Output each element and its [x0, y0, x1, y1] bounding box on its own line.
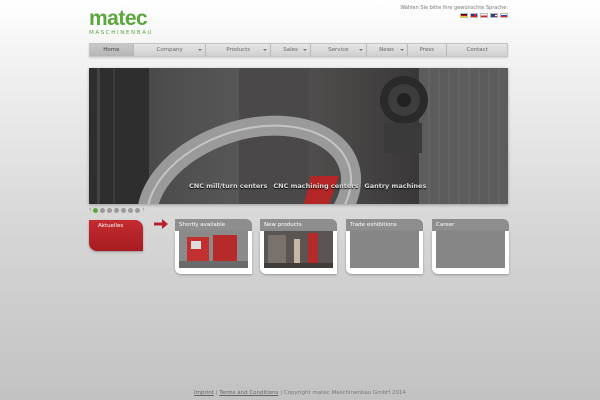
news-card-career[interactable]: Career	[432, 219, 509, 274]
main-navigation: Home Company Products Sales Service News…	[89, 43, 508, 57]
nav-item-company[interactable]: Company	[134, 44, 207, 56]
logo-subtitle: MASCHINENBAU	[89, 30, 154, 36]
copyright-text: Copyright matec Maschinenbau GmbH 2014	[283, 390, 406, 396]
nav-item-home[interactable]: Home	[90, 44, 134, 56]
nav-item-label: Products	[226, 47, 251, 53]
news-card-trade-exhibitions[interactable]: Trade exhibitions	[346, 219, 423, 274]
chevron-down-icon	[198, 49, 203, 51]
hero-links: CNC mill/turn centers CNC machining cent…	[189, 182, 426, 190]
pager-dot[interactable]	[121, 207, 127, 213]
card-body	[346, 231, 423, 274]
terms-link[interactable]: Terms and Conditions	[219, 390, 278, 396]
card-thumbnail	[264, 231, 333, 268]
news-card-shortly-available[interactable]: Shortly available	[175, 219, 252, 274]
footer: Imprint | Terms and Conditions | Copyrig…	[0, 390, 600, 396]
english-flag-icon[interactable]	[470, 13, 478, 18]
nav-item-label: Home	[103, 47, 120, 53]
chevron-down-icon	[302, 49, 307, 51]
hero-slider[interactable]: CNC mill/turn centers CNC machining cent…	[89, 68, 508, 204]
card-title: New products	[260, 219, 337, 231]
nav-item-products[interactable]: Products	[206, 44, 272, 56]
arrow-right-icon	[154, 219, 168, 229]
polish-flag-icon[interactable]	[480, 13, 488, 18]
footer-separator: |	[215, 390, 218, 396]
hero-link-mill-turn[interactable]: CNC mill/turn centers	[189, 182, 267, 190]
aktuelles-box: Aktuelles	[89, 220, 143, 251]
nav-item-news[interactable]: News	[367, 44, 408, 56]
nav-item-sales[interactable]: Sales	[271, 44, 311, 56]
chevron-down-icon	[358, 49, 363, 51]
nav-item-label: Company	[156, 47, 183, 53]
pager-dot[interactable]	[100, 207, 106, 213]
chevron-down-icon	[399, 49, 404, 51]
language-flags	[460, 13, 508, 18]
nav-item-label: Service	[328, 47, 349, 53]
nav-item-label: Sales	[283, 47, 298, 53]
machine-thumbnail	[179, 231, 248, 268]
nav-item-label: News	[379, 47, 395, 53]
machine-thumbnail	[264, 231, 333, 268]
german-flag-icon[interactable]	[460, 13, 468, 18]
news-card-new-products[interactable]: New products	[260, 219, 337, 274]
nav-item-press[interactable]: Press	[408, 44, 448, 56]
chevron-right-icon[interactable]: ›	[142, 207, 144, 213]
card-thumbnail	[179, 231, 248, 268]
chevron-down-icon	[263, 49, 268, 51]
aktuelles-label: Aktuelles	[98, 223, 124, 229]
nav-item-label: Press	[419, 47, 435, 53]
hero-link-gantry[interactable]: Gantry machines	[364, 182, 426, 190]
nav-item-service[interactable]: Service	[311, 44, 367, 56]
pager-dot[interactable]	[135, 207, 141, 213]
card-thumbnail	[350, 231, 419, 268]
nav-item-contact[interactable]: Contact	[447, 44, 507, 56]
card-body	[432, 231, 509, 274]
pager-dot[interactable]	[128, 207, 134, 213]
pager-dot[interactable]	[107, 207, 113, 213]
pager-dot[interactable]	[114, 207, 120, 213]
nav-item-label: Contact	[466, 47, 488, 53]
logo-wordmark: matec	[89, 7, 148, 30]
us-flag-icon[interactable]	[490, 13, 498, 18]
card-body	[260, 231, 337, 274]
card-body	[175, 231, 252, 274]
russian-flag-icon[interactable]	[500, 13, 508, 18]
card-title: Career	[432, 219, 509, 231]
slider-pager: ‹ ›	[89, 207, 145, 213]
hero-link-machining[interactable]: CNC machining centers	[273, 182, 358, 190]
imprint-link[interactable]: Imprint	[194, 390, 214, 396]
logo[interactable]: matec MASCHINENBAU	[89, 7, 154, 37]
card-title: Trade exhibitions	[346, 219, 423, 231]
footer-separator: |	[280, 390, 283, 396]
card-title: Shortly available	[175, 219, 252, 231]
chevron-left-icon[interactable]: ‹	[89, 207, 91, 213]
language-prompt: Wählen Sie bitte Ihre gewünschte Sprache…	[400, 5, 508, 11]
pager-dot[interactable]	[93, 207, 99, 213]
card-thumbnail	[436, 231, 505, 268]
